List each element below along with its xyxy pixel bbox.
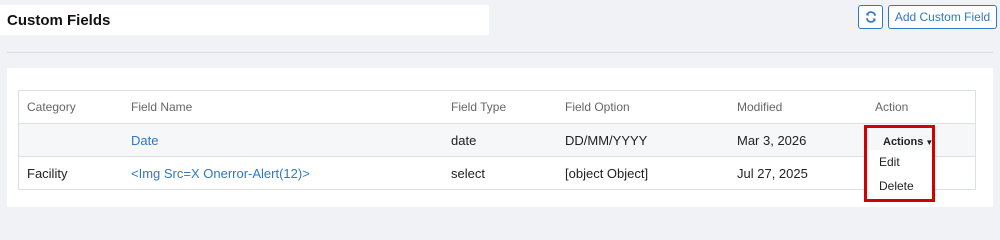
cell-field-option: [object Object]: [557, 156, 729, 190]
column-header-modified: Modified: [729, 90, 867, 124]
menu-item-edit[interactable]: Edit: [867, 150, 932, 174]
refresh-icon: [865, 11, 876, 23]
menu-item-delete[interactable]: Delete: [867, 174, 932, 198]
column-header-field-type: Field Type: [443, 90, 557, 124]
cell-category: [18, 123, 123, 157]
cell-modified: Mar 3, 2026: [729, 123, 867, 157]
table-header-row: Category Field Name Field Type Field Opt…: [18, 90, 976, 124]
custom-fields-table: Category Field Name Field Type Field Opt…: [18, 90, 976, 190]
add-custom-field-button[interactable]: Add Custom Field: [888, 5, 997, 29]
custom-fields-panel: Category Field Name Field Type Field Opt…: [7, 68, 993, 207]
cell-modified: Jul 27, 2025: [729, 156, 867, 190]
table-row: Facility <Img Src=X Onerror-Alert(12)> s…: [18, 156, 976, 190]
cell-field-type: select: [443, 156, 557, 190]
column-header-action: Action: [867, 90, 976, 124]
table-row: Date date DD/MM/YYYY Mar 3, 2026 Actions…: [18, 123, 976, 157]
page-title-box: Custom Fields: [0, 5, 489, 35]
actions-dropdown-button[interactable]: Actions ▼: [883, 136, 933, 148]
cell-category: Facility: [18, 156, 123, 190]
column-header-field-option: Field Option: [557, 90, 729, 124]
column-header-field-name: Field Name: [123, 90, 443, 124]
cell-field-option: DD/MM/YYYY: [557, 123, 729, 157]
column-header-category: Category: [18, 90, 123, 124]
header-divider: [7, 52, 993, 53]
actions-label: Actions: [883, 135, 924, 148]
cell-field-type: date: [443, 123, 557, 157]
field-name-link[interactable]: Date: [131, 133, 158, 148]
actions-dropdown-menu: Edit Delete: [867, 150, 932, 198]
page-title: Custom Fields: [7, 12, 111, 29]
caret-down-icon: ▼: [925, 137, 934, 147]
refresh-button[interactable]: [858, 5, 883, 29]
field-name-link[interactable]: <Img Src=X Onerror-Alert(12)>: [131, 166, 310, 181]
